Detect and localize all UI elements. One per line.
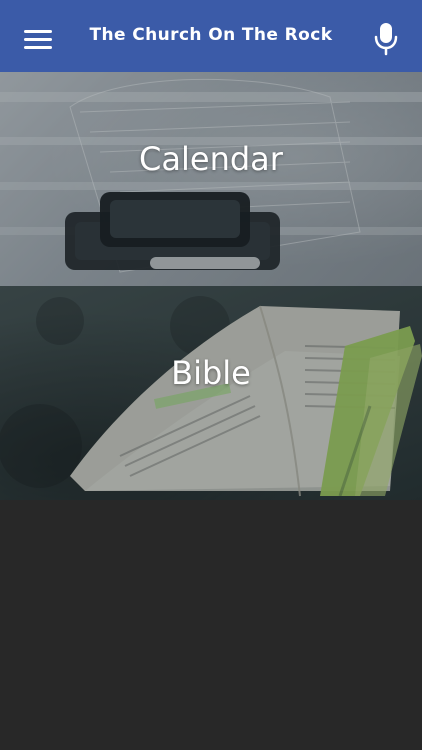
bible-tile-label: Bible bbox=[171, 354, 251, 392]
top-app-bar: The Church On The Rock bbox=[0, 0, 422, 72]
calendar-tile-overlay bbox=[0, 72, 422, 286]
menu-line bbox=[24, 38, 52, 41]
app-screen: The Church On The Rock Calendar Bible bbox=[0, 0, 422, 750]
bible-tile[interactable]: Bible bbox=[0, 286, 422, 500]
content-background bbox=[0, 500, 422, 750]
calendar-tile[interactable]: Calendar bbox=[0, 72, 422, 286]
calendar-tile-label: Calendar bbox=[139, 140, 283, 178]
app-title: The Church On The Rock bbox=[89, 25, 333, 45]
menu-line bbox=[24, 46, 52, 49]
microphone-icon[interactable] bbox=[370, 22, 402, 56]
bible-tile-overlay bbox=[0, 286, 422, 500]
menu-line bbox=[24, 30, 52, 33]
hamburger-menu-icon[interactable] bbox=[18, 24, 58, 52]
